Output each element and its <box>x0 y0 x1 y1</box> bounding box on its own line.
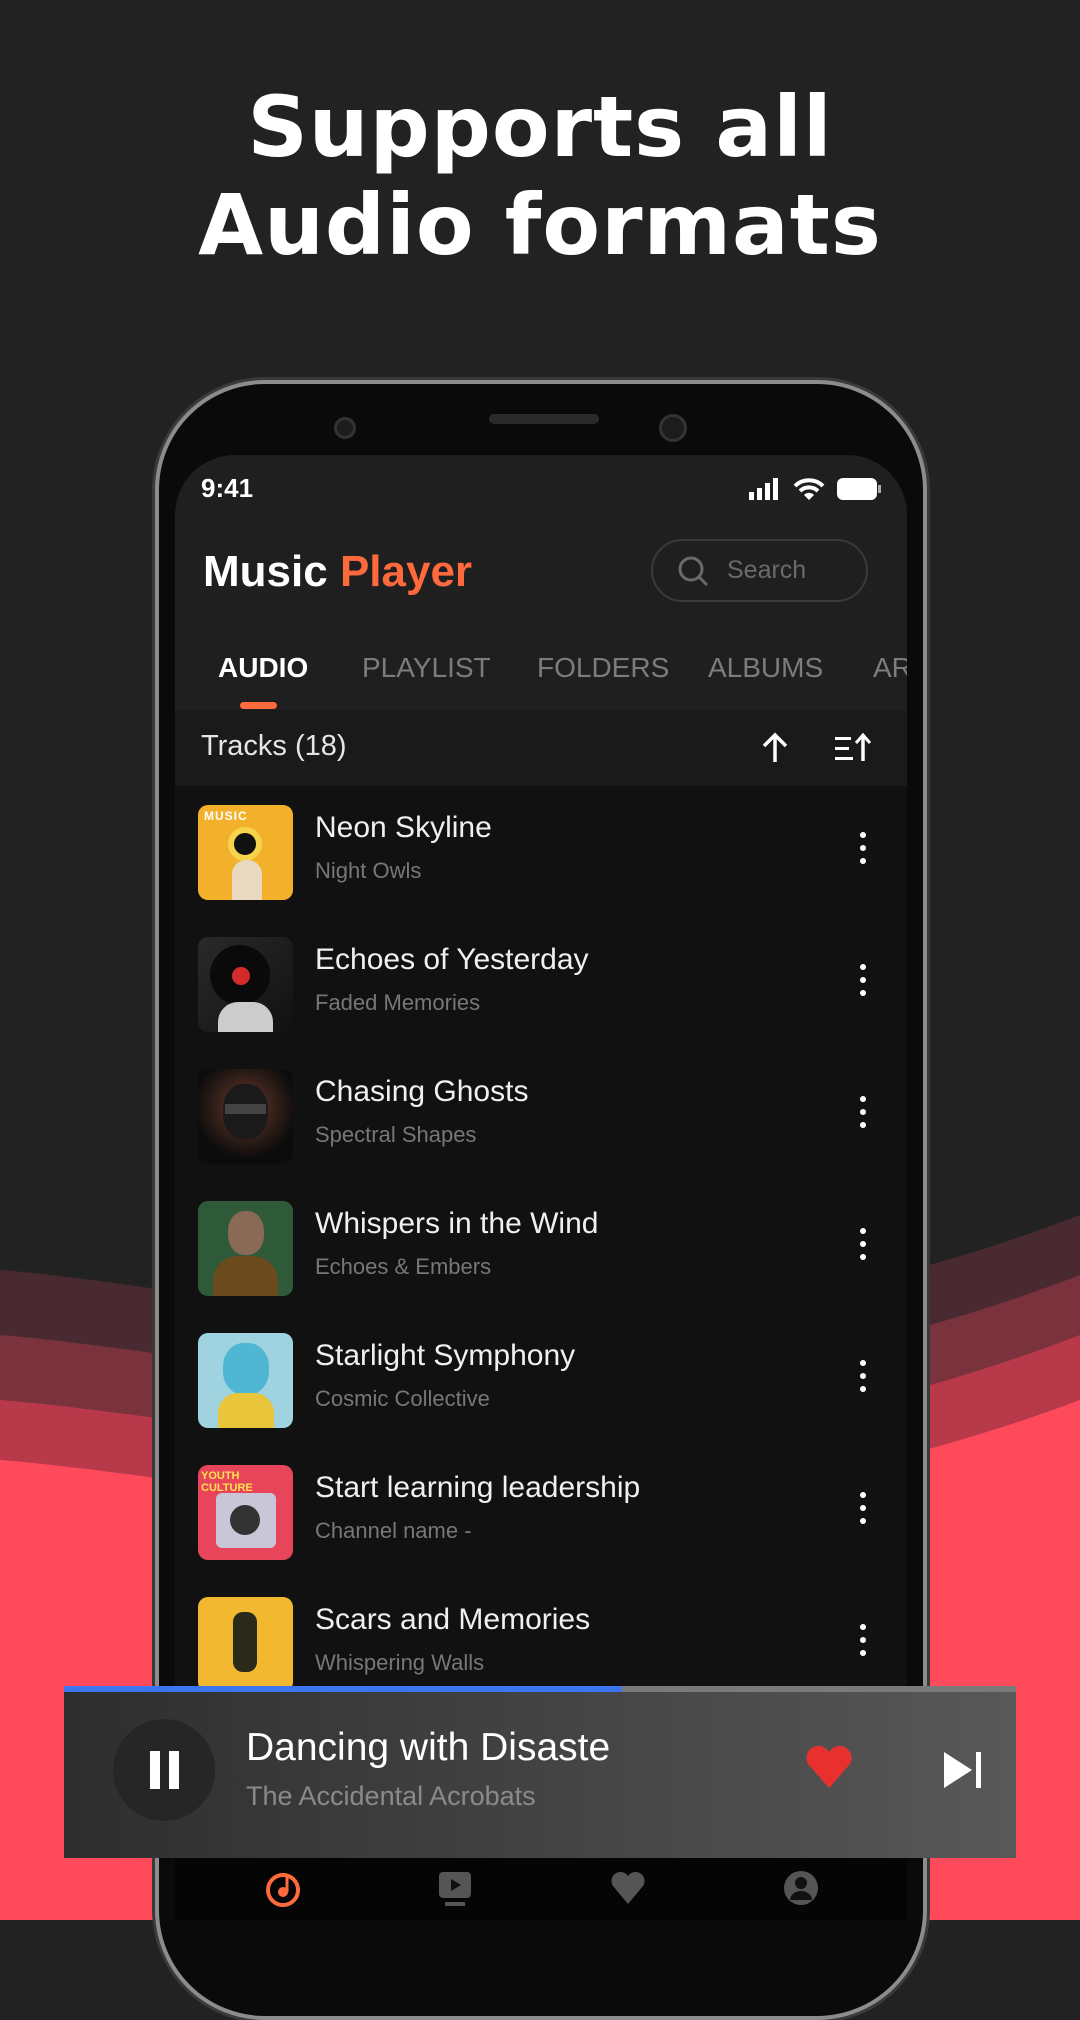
track-title: Whispers in the Wind <box>315 1207 599 1240</box>
track-title: Chasing Ghosts <box>315 1075 529 1108</box>
playback-progress-fill <box>64 1686 622 1692</box>
music-disc-icon[interactable] <box>265 1868 301 1908</box>
track-artist: Whispering Walls <box>315 1650 485 1675</box>
sort-icon[interactable] <box>835 732 871 764</box>
speaker-grille <box>489 414 599 424</box>
track-title: Neon Skyline <box>315 811 492 844</box>
more-options-icon[interactable] <box>857 832 869 864</box>
track-title: Scars and Memories <box>315 1603 591 1636</box>
track-artist: Faded Memories <box>315 990 481 1015</box>
app-title: Music Player <box>203 547 472 597</box>
tab-folders[interactable]: FOLDERS <box>537 652 669 684</box>
headline-line-1: Supports all <box>247 78 833 176</box>
status-bar: 9:41 <box>201 473 881 509</box>
track-title: Starlight Symphony <box>315 1339 576 1372</box>
skip-next-icon[interactable] <box>942 1750 986 1790</box>
track-row[interactable]: Echoes of Yesterday Faded Memories <box>175 918 907 1050</box>
track-artist: Channel name - <box>315 1518 472 1543</box>
album-art: YOUTH CULTURE <box>198 1465 293 1560</box>
app-title-part2: Player <box>339 547 473 596</box>
album-art <box>198 1597 293 1692</box>
profile-icon[interactable] <box>783 1868 819 1908</box>
wifi-icon <box>793 478 825 500</box>
tab-bar: AUDIO PLAYLIST FOLDERS ALBUMS AR <box>175 652 907 712</box>
more-options-icon[interactable] <box>857 1492 869 1524</box>
search-input[interactable]: Search <box>651 539 868 602</box>
now-playing-bar[interactable]: Dancing with Disaste The Accidental Acro… <box>64 1686 1016 1858</box>
track-artist: Cosmic Collective <box>315 1386 490 1411</box>
track-row[interactable]: Chasing Ghosts Spectral Shapes <box>175 1050 907 1182</box>
more-options-icon[interactable] <box>857 1228 869 1260</box>
battery-icon <box>837 478 881 500</box>
now-playing-title: Dancing with Disaste <box>246 1726 611 1769</box>
tab-audio[interactable]: AUDIO <box>218 652 308 684</box>
more-options-icon[interactable] <box>857 1360 869 1392</box>
video-icon[interactable] <box>437 1868 473 1908</box>
pause-button[interactable] <box>113 1719 215 1821</box>
more-options-icon[interactable] <box>857 964 869 996</box>
tab-playlist[interactable]: PLAYLIST <box>362 652 491 684</box>
more-options-icon[interactable] <box>857 1096 869 1128</box>
album-art: MUSIC <box>198 805 293 900</box>
headline: Supports all Audio formats <box>0 78 1080 274</box>
heart-icon[interactable] <box>609 1868 647 1908</box>
search-placeholder: Search <box>727 556 807 584</box>
camera-icon <box>659 414 687 442</box>
status-time: 9:41 <box>201 473 254 503</box>
more-options-icon[interactable] <box>857 1624 869 1656</box>
pause-icon <box>149 1751 160 1789</box>
arrow-up-icon[interactable] <box>760 732 790 764</box>
tracks-count: Tracks (18) <box>201 730 347 762</box>
signal-icon <box>749 478 778 500</box>
now-playing-artist: The Accidental Acrobats <box>246 1781 536 1811</box>
track-artist: Echoes & Embers <box>315 1254 492 1279</box>
track-row[interactable]: Starlight Symphony Cosmic Collective <box>175 1314 907 1446</box>
like-heart-icon[interactable] <box>804 1744 854 1790</box>
track-artist: Night Owls <box>315 858 422 883</box>
tracks-header: Tracks (18) <box>175 710 907 786</box>
search-icon <box>678 556 709 586</box>
album-art <box>198 1069 293 1164</box>
track-title: Echoes of Yesterday <box>315 943 589 976</box>
bottom-nav <box>175 1858 907 1920</box>
track-row[interactable]: Whispers in the Wind Echoes & Embers <box>175 1182 907 1314</box>
album-art <box>198 937 293 1032</box>
album-art <box>198 1201 293 1296</box>
track-row[interactable]: MUSIC Neon Skyline Night Owls <box>175 786 907 918</box>
album-art-text: MUSIC <box>204 809 248 823</box>
tab-albums[interactable]: ALBUMS <box>708 652 823 684</box>
headline-line-2: Audio formats <box>198 176 882 274</box>
playback-progress[interactable] <box>64 1686 1016 1692</box>
track-artist: Spectral Shapes <box>315 1122 477 1147</box>
track-row[interactable]: YOUTH CULTURE Start learning leadership … <box>175 1446 907 1578</box>
track-title: Start learning leadership <box>315 1471 641 1504</box>
tab-artists[interactable]: AR <box>873 652 907 684</box>
app-title-part1: Music <box>203 547 328 596</box>
album-art <box>198 1333 293 1428</box>
active-tab-indicator <box>240 702 277 709</box>
sensor-icon <box>334 417 356 439</box>
album-art-text: YOUTH CULTURE <box>201 1470 253 1494</box>
